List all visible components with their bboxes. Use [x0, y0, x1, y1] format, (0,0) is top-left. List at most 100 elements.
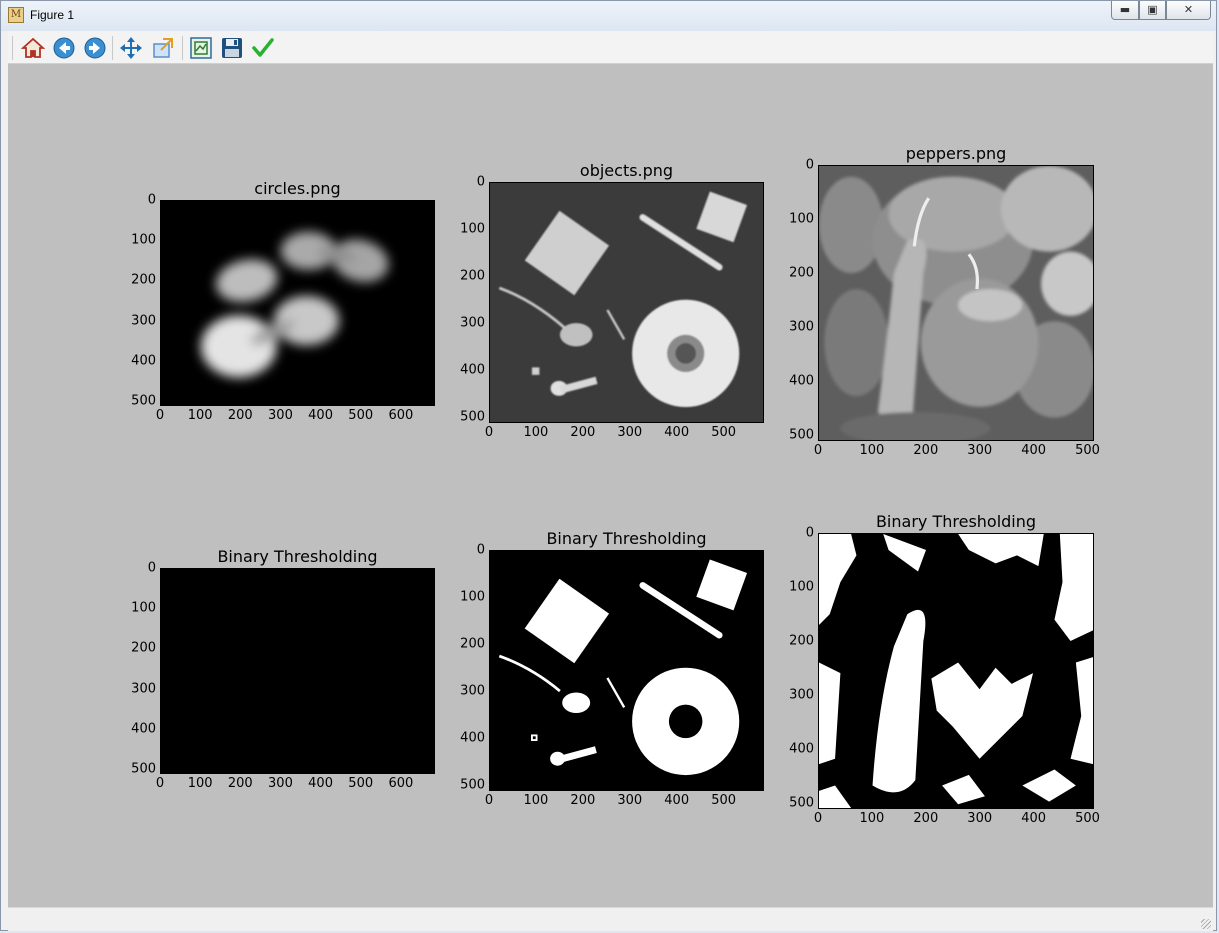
maximize-button[interactable]: ▣ [1139, 1, 1166, 20]
y-tick-label: 100 [131, 232, 156, 248]
blurred-circles-grayscale [161, 201, 434, 405]
toolbar-separator [182, 36, 183, 60]
y-tick-label: 300 [131, 313, 156, 329]
x-tick-label: 400 [664, 425, 690, 440]
subplot-image[interactable] [818, 533, 1094, 809]
window-title: Figure 1 [30, 8, 75, 22]
y-tick-label: 100 [131, 600, 156, 616]
configure-subplots-button[interactable] [188, 35, 214, 61]
y-tick-label: 200 [789, 265, 814, 281]
y-tick-label: 300 [789, 319, 814, 335]
pan-move-icon [120, 37, 142, 59]
edit-checkmark-icon [252, 38, 274, 57]
x-tick-label: 400 [308, 776, 333, 791]
y-tick-label: 200 [131, 272, 156, 288]
x-tick-label: 200 [570, 425, 596, 440]
x-tick-label: 500 [711, 425, 737, 440]
x-tick-label: 400 [1021, 443, 1047, 458]
y-tick-label: 300 [789, 687, 814, 703]
x-tick-label: 600 [388, 776, 414, 791]
x-tick-label: 500 [348, 408, 374, 423]
y-tick-label: 500 [789, 795, 814, 811]
x-tick-label: 500 [348, 776, 374, 791]
save-figure-icon [222, 38, 242, 58]
peppers-binary [819, 534, 1093, 808]
x-tick-label: 300 [268, 408, 293, 423]
y-tick-label: 500 [131, 761, 156, 777]
toolbar-grip [12, 36, 13, 60]
y-tick-label: 500 [460, 409, 485, 425]
y-tick-label: 400 [460, 362, 485, 378]
x-tick-label: 0 [484, 425, 494, 440]
objects-binary [490, 551, 763, 790]
subplot-image[interactable] [818, 165, 1094, 441]
minimize-button[interactable]: ▬ [1111, 1, 1139, 20]
x-tick-label: 500 [1075, 811, 1100, 826]
x-tick-label: 100 [523, 793, 549, 808]
y-tick-label: 300 [131, 681, 156, 697]
subplot-image[interactable] [489, 182, 764, 423]
y-tick-label: 200 [131, 640, 156, 656]
y-tick-label: 400 [460, 730, 485, 746]
close-button[interactable]: ✕ [1166, 1, 1211, 20]
x-tick-label: 400 [308, 408, 333, 423]
x-tick-label: 300 [617, 425, 643, 440]
x-tick-label: 0 [813, 443, 823, 458]
pan-button[interactable] [118, 35, 144, 61]
circles-binary [161, 569, 434, 773]
y-tick-label: 400 [789, 373, 814, 389]
title-bar[interactable]: M Figure 1 ▬ ▣ ✕ [1, 1, 1216, 31]
x-tick-label: 400 [664, 793, 690, 808]
x-tick-label: 200 [570, 793, 596, 808]
x-tick-label: 300 [967, 811, 993, 826]
x-tick-label: 500 [1075, 443, 1100, 458]
x-tick-label: 0 [155, 776, 165, 791]
maximize-icon: ▣ [1147, 3, 1158, 16]
x-tick-label: 100 [523, 425, 549, 440]
zoom-button[interactable] [150, 35, 176, 61]
y-tick-label: 0 [805, 525, 814, 541]
back-button[interactable] [51, 35, 77, 61]
y-tick-label: 300 [460, 315, 485, 331]
zoom-to-rect-icon [153, 38, 173, 58]
x-tick-label: 300 [967, 443, 993, 458]
close-icon: ✕ [1183, 3, 1194, 16]
y-tick-label: 0 [147, 560, 156, 576]
forward-arrow-icon [84, 37, 106, 59]
objects-grayscale [490, 183, 763, 422]
y-tick-label: 100 [789, 211, 814, 227]
matplotlib-icon: M [8, 7, 24, 23]
figure-canvas[interactable]: circles.png 0 100 200 300 400 500 0 100 200 300 40… [8, 64, 1213, 907]
back-arrow-icon [53, 37, 75, 59]
y-tick-label: 200 [460, 268, 485, 284]
home-button[interactable] [20, 35, 46, 61]
subplot-image[interactable] [489, 550, 764, 791]
subplot-title: objects.png [579, 161, 674, 180]
y-tick-label: 500 [460, 777, 485, 793]
forward-button[interactable] [82, 35, 108, 61]
y-tick-label: 100 [460, 221, 485, 237]
x-tick-label: 100 [187, 408, 213, 423]
x-tick-label: 200 [227, 408, 253, 423]
navigation-toolbar [8, 31, 1213, 64]
y-tick-label: 100 [460, 589, 485, 605]
toolbar-separator [112, 36, 113, 60]
y-tick-label: 500 [131, 393, 156, 409]
minimize-icon: ▬ [1119, 3, 1131, 16]
subplot-title: Binary Thresholding [546, 529, 707, 548]
x-tick-label: 500 [711, 793, 737, 808]
edit-button[interactable] [250, 35, 276, 61]
status-bar [8, 907, 1213, 931]
x-tick-label: 400 [1021, 811, 1047, 826]
x-tick-label: 300 [617, 793, 643, 808]
resize-grip[interactable] [1201, 919, 1211, 929]
y-tick-label: 500 [789, 427, 814, 443]
subplot-image[interactable] [160, 568, 435, 774]
subplot-image[interactable] [160, 200, 435, 406]
y-tick-label: 0 [476, 542, 485, 558]
x-tick-label: 200 [913, 811, 939, 826]
x-tick-label: 200 [913, 443, 939, 458]
y-tick-label: 0 [476, 174, 485, 190]
x-tick-label: 300 [268, 776, 293, 791]
save-button[interactable] [219, 35, 245, 61]
